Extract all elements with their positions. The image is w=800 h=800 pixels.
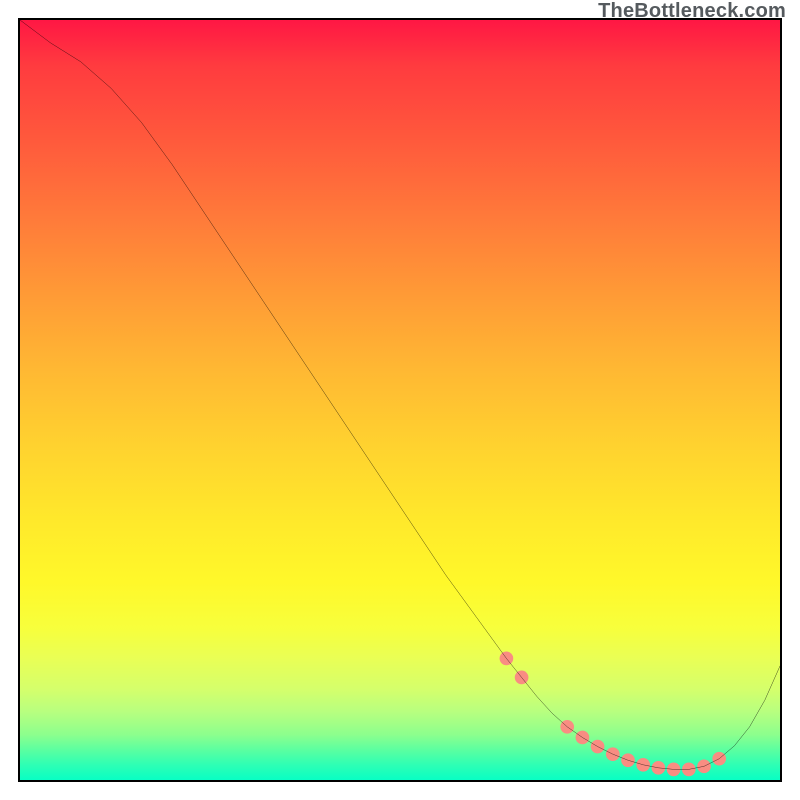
- bottleneck-curve: [20, 20, 780, 769]
- chart-frame: TheBottleneck.com: [0, 0, 800, 800]
- plot-area: [18, 18, 782, 782]
- dots-group: [500, 652, 726, 777]
- chart-svg: [20, 20, 780, 780]
